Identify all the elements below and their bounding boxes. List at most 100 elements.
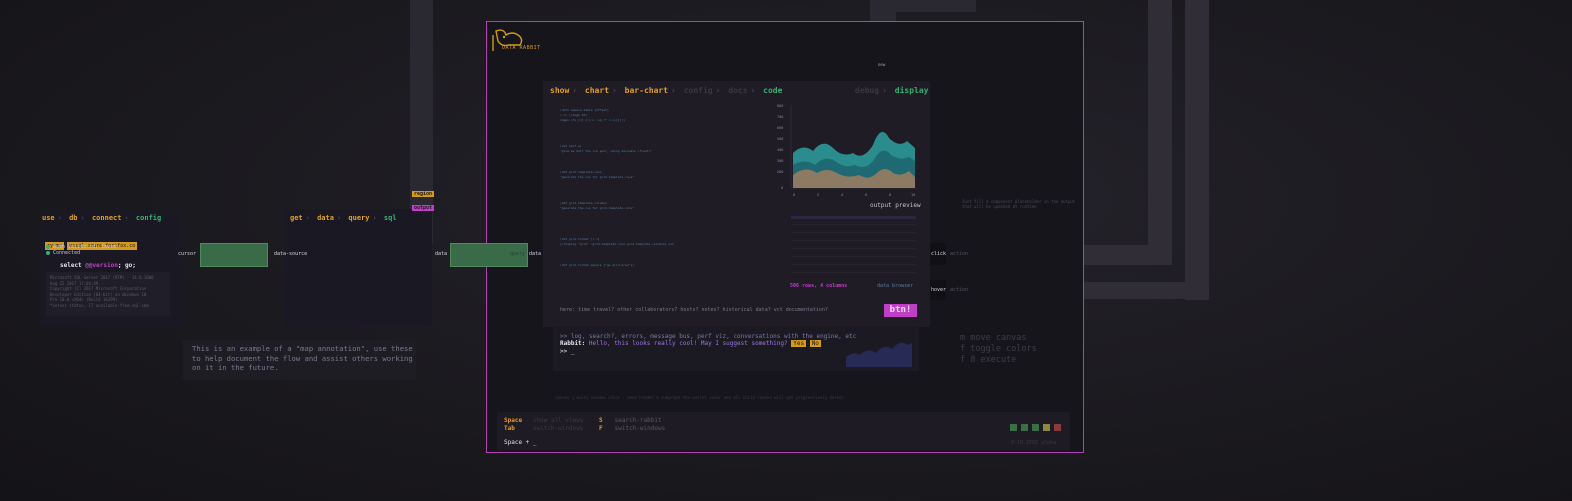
tab-docs[interactable]: docs	[728, 86, 747, 95]
y-tick: 600	[777, 126, 783, 130]
tab-connect[interactable]: connect	[92, 214, 122, 222]
tab-chart[interactable]: chart	[585, 86, 609, 95]
output-tag[interactable]: output	[412, 205, 435, 211]
tab-bar-chart[interactable]: bar-chart	[625, 86, 668, 95]
tab-show[interactable]: show	[550, 86, 569, 95]
region-tag[interactable]: region	[412, 191, 435, 197]
action-button[interactable]: btn!	[884, 304, 917, 317]
tab-sql[interactable]: sql	[384, 214, 397, 222]
no-button[interactable]: No	[809, 340, 821, 347]
grid-row	[791, 248, 916, 249]
rabbit-message: Hello, this looks really cool! May I sug…	[585, 340, 788, 347]
port-query[interactable]: query	[510, 251, 525, 257]
x-tick: 2	[817, 193, 819, 197]
grid-row	[791, 232, 916, 233]
tab-code[interactable]: code	[763, 86, 782, 95]
map-annotation[interactable]: This is an example of a "map annotation"…	[183, 340, 416, 380]
port-data-source[interactable]: data-source	[274, 251, 307, 257]
hint-toggle-colors: f toggle colors	[960, 344, 1037, 354]
area-chart-preview: 800 700 600 500 400 300 200 0 0 2 4 6 8 …	[777, 104, 917, 197]
swatch-2[interactable]	[1021, 424, 1028, 431]
swatch-3[interactable]	[1032, 424, 1039, 431]
rows-label: 506 rows, 4 columns	[790, 283, 848, 289]
code-line: (def grid-template-rows	[560, 170, 602, 174]
version-label: 0.10.1582 alpha	[1011, 440, 1057, 446]
output-preview-label: output preview	[870, 202, 921, 209]
port-cursor[interactable]: cursor	[178, 251, 196, 257]
status-dot-icon	[46, 244, 50, 249]
tab-get[interactable]: get	[290, 214, 303, 222]
port-click[interactable]: click	[931, 251, 946, 257]
code-line: (def half-a)	[560, 144, 582, 148]
query-output-box: Microsoft SQL Server 2017 (RTM) - 14.0.1…	[46, 272, 170, 316]
y-axis-ticks: 800 700 600 500 400 300 200 0	[777, 104, 783, 190]
y-tick: 800	[777, 104, 783, 108]
x-tick: 0	[793, 193, 795, 197]
wire-top-horizontal	[870, 0, 976, 12]
hint-move-canvas: m move canvas	[960, 333, 1027, 343]
tab-db[interactable]: db	[69, 214, 77, 222]
command-input[interactable]: Space + _	[504, 439, 537, 446]
code-line: "generate the css for grid-template-rows…	[560, 175, 635, 179]
main-panel-right-tabs: debug › display	[855, 86, 929, 95]
status-connected: Connected	[46, 250, 80, 256]
code-line: {:display "grid" :grid-template-rows gri…	[560, 242, 674, 246]
sql-query[interactable]: select @@version; go;	[60, 262, 136, 269]
console-sparkline	[846, 342, 912, 367]
connector-left[interactable]	[200, 243, 268, 267]
grid-header	[791, 216, 916, 219]
code-line: (def grid-format [r c]	[560, 237, 600, 241]
y-tick: 200	[777, 170, 783, 174]
x-axis-ticks: 0 2 4 6 8 10	[793, 193, 915, 197]
yes-button[interactable]: Yes	[791, 340, 807, 347]
code-line: (->> (range 10)	[560, 113, 588, 117]
swatch-4[interactable]	[1043, 424, 1050, 431]
logo-text: DATA RABBIT	[502, 45, 541, 51]
query-sql-panel[interactable]: get › data › query › sql	[284, 209, 432, 327]
y-tick: 700	[777, 115, 783, 119]
rabbit-label: Rabbit:	[560, 340, 586, 347]
port-data-out[interactable]: data	[435, 251, 447, 257]
x-tick: 8	[889, 193, 891, 197]
main-panel-tabs: show › chart › bar-chart › config › docs › co…	[550, 86, 783, 95]
status-line: canvas | multi window color - when hidde…	[555, 395, 844, 400]
panel-hint: here: time travel? other collaborators? …	[560, 307, 828, 313]
status-dot-icon	[46, 250, 50, 255]
wire-right-vertical-2	[1185, 0, 1209, 300]
port-data-in[interactable]: data	[529, 251, 541, 257]
data-browser-label: data browser	[877, 283, 914, 289]
port-action-2[interactable]: action	[950, 287, 968, 293]
tab-config-dim[interactable]: config	[684, 86, 713, 95]
grid-row	[791, 264, 916, 265]
left-panel-tabs: use › db › connect › config	[42, 214, 162, 222]
port-hover[interactable]: hover	[931, 287, 946, 293]
console-input[interactable]: >> _	[560, 348, 574, 355]
grid-row	[791, 272, 916, 273]
y-tick: 400	[777, 148, 783, 152]
grid-row	[791, 224, 916, 225]
tab-config[interactable]: config	[136, 214, 161, 222]
tab-debug[interactable]: debug	[855, 86, 879, 95]
grid-row	[791, 240, 916, 241]
tab-query[interactable]: query	[348, 214, 369, 222]
x-tick: 10	[911, 193, 915, 197]
x-tick: 4	[841, 193, 843, 197]
keybind-row-2: Tab switch-windows	[504, 425, 584, 432]
tab-display[interactable]: display	[895, 86, 929, 95]
mini-label-new: new	[878, 62, 886, 67]
key-tab: Tab	[504, 425, 515, 432]
port-action-1[interactable]: action	[950, 251, 968, 257]
tab-data[interactable]: data	[317, 214, 334, 222]
y-tick: 300	[777, 159, 783, 163]
code-line: (def grid-format-square ["ge grid-area"]…	[560, 263, 635, 267]
code-line: "give me half the ice pool, using decima…	[560, 149, 653, 153]
swatch-5[interactable]	[1054, 424, 1061, 431]
x-tick: 6	[865, 193, 867, 197]
keybind-switch: Fswitch-windows	[599, 425, 666, 432]
connect-db-panel[interactable]: use › db › connect › config rysmr mssql.azur…	[40, 209, 182, 327]
tab-use[interactable]: use	[42, 214, 55, 222]
grid-row	[791, 256, 916, 257]
hint-execute: f 8 execute	[960, 355, 1017, 365]
swatch-1[interactable]	[1010, 424, 1017, 431]
key-f: F	[599, 425, 603, 432]
